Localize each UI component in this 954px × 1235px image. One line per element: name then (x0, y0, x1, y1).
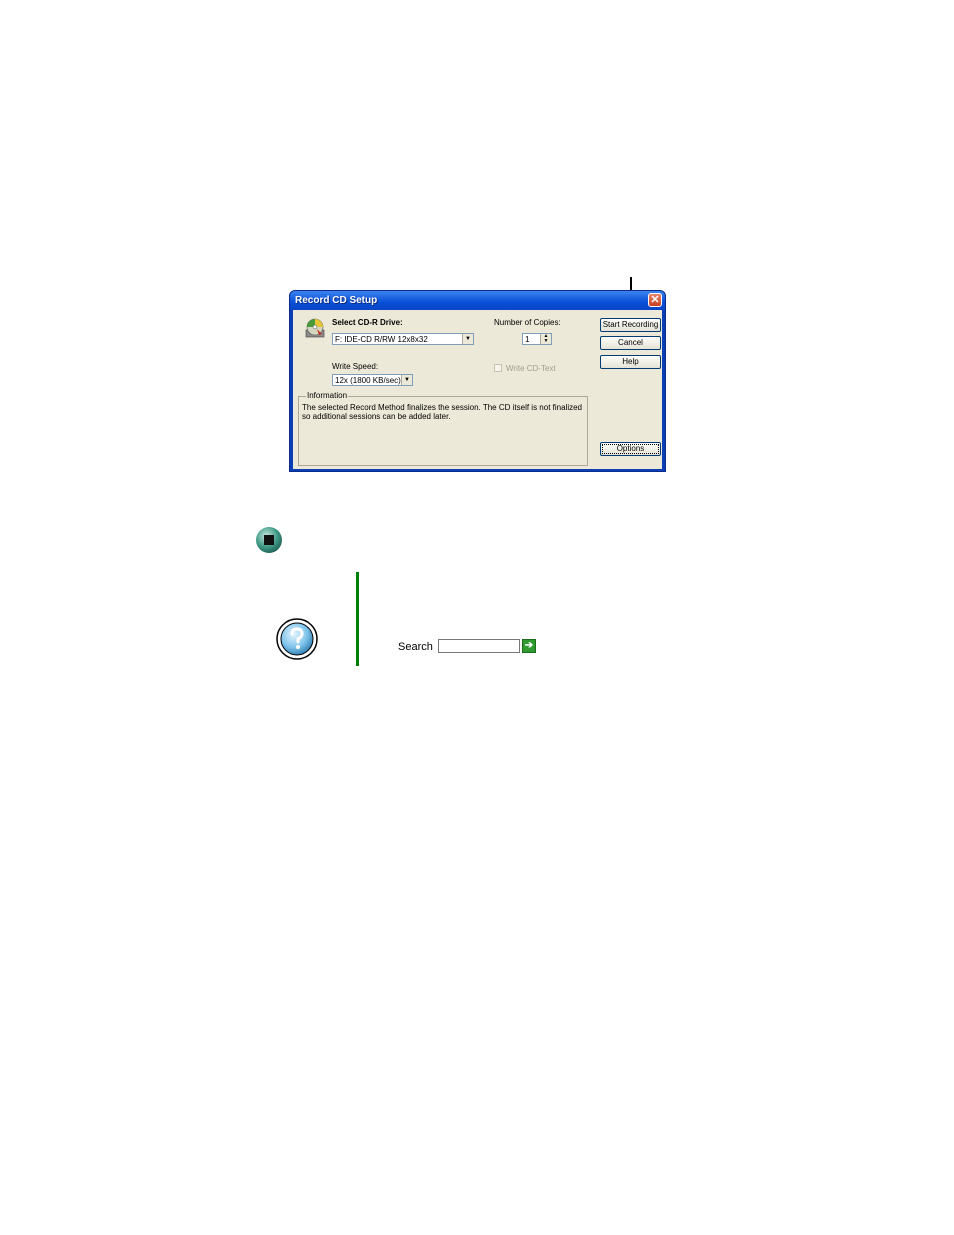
cancel-button[interactable]: Cancel (600, 336, 661, 350)
help-divider-bar (356, 572, 359, 666)
end-mark-icon (256, 527, 282, 553)
write-speed-value: 12x (1800 KB/sec) (335, 376, 401, 385)
record-cd-setup-dialog: Record CD Setup ✕ Select CD-R Drive: F: … (289, 290, 666, 472)
cd-recorder-icon (305, 318, 325, 338)
copies-stepper[interactable]: 1 ▲ ▼ (522, 333, 552, 345)
write-speed-label: Write Speed: (332, 362, 379, 371)
spin-arrows-icon[interactable]: ▲ ▼ (540, 334, 551, 344)
help-question-icon (276, 618, 318, 660)
help-button[interactable]: Help (600, 355, 661, 369)
dialog-client-area: Select CD-R Drive: F: IDE-CD R/RW 12x8x3… (293, 310, 662, 469)
search-go-button[interactable]: ➔ (522, 639, 536, 653)
information-title: Information (306, 391, 349, 400)
chevron-down-icon[interactable]: ▼ (401, 375, 412, 385)
search-label: Search (398, 641, 433, 653)
close-button[interactable]: ✕ (648, 293, 662, 307)
dialog-titlebar[interactable]: Record CD Setup ✕ (290, 291, 665, 310)
write-cd-text-label: Write CD-Text (506, 364, 556, 373)
start-recording-button[interactable]: Start Recording (600, 318, 661, 332)
drive-select[interactable]: F: IDE-CD R/RW 12x8x32 ▼ (332, 333, 474, 345)
search-input[interactable] (438, 639, 520, 653)
chevron-down-icon[interactable]: ▼ (462, 334, 473, 344)
drive-select-value: F: IDE-CD R/RW 12x8x32 (335, 335, 428, 344)
options-button[interactable]: Options (600, 442, 661, 456)
select-drive-label: Select CD-R Drive: (332, 318, 403, 327)
copies-label: Number of Copies: (494, 318, 561, 327)
information-group: Information The selected Record Method f… (298, 391, 588, 466)
spin-down-icon[interactable]: ▼ (544, 338, 549, 344)
dialog-title: Record CD Setup (295, 295, 378, 306)
write-speed-select[interactable]: 12x (1800 KB/sec) ▼ (332, 374, 413, 386)
write-cd-text-checkbox[interactable] (494, 364, 502, 372)
information-text: The selected Record Method finalizes the… (302, 403, 582, 421)
copies-value: 1 (525, 335, 530, 344)
